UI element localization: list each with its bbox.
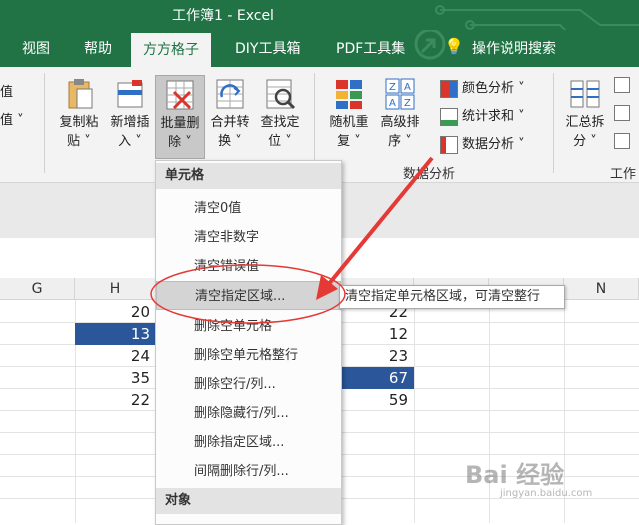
highlight-ellipse <box>150 264 346 324</box>
annotation-overlay <box>150 156 434 324</box>
pointer-arrow <box>326 156 434 287</box>
baidu-watermark-url: jingyan.baidu.com <box>500 488 593 499</box>
baidu-watermark: Bai 经验 <box>465 461 565 489</box>
